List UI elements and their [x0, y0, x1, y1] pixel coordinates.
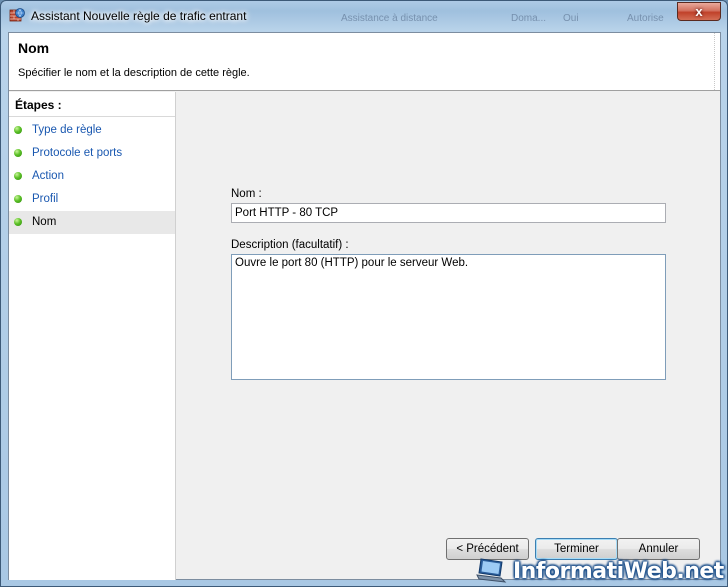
background-window-text: Doma... — [511, 13, 547, 24]
finish-button[interactable]: Terminer — [535, 538, 618, 560]
steps-divider — [9, 116, 175, 117]
page-title: Nom — [18, 40, 50, 56]
description-label: Description (facultatif) : — [231, 239, 349, 251]
name-input[interactable] — [231, 203, 666, 223]
steps-heading: Étapes : — [15, 98, 62, 112]
cancel-button[interactable]: Annuler — [617, 538, 700, 560]
green-dot-icon — [14, 126, 22, 134]
step-protocole-et-ports[interactable]: Protocole et ports — [9, 142, 175, 165]
green-dot-icon — [14, 149, 22, 157]
background-window-text: Assistance à distance — [341, 13, 438, 24]
laptop-icon — [475, 556, 509, 584]
firewall-shield-icon — [9, 7, 25, 23]
green-dot-icon — [14, 218, 22, 226]
step-label: Type de règle — [32, 124, 102, 136]
close-button[interactable]: x — [677, 2, 721, 21]
green-dot-icon — [14, 172, 22, 180]
window-title: Assistant Nouvelle règle de trafic entra… — [31, 9, 247, 23]
background-window-text: Autorise — [627, 13, 664, 24]
green-dot-icon — [14, 195, 22, 203]
header-scrollbar[interactable] — [714, 33, 720, 90]
steps-panel: Étapes : Type de règle Protocole et port… — [9, 92, 176, 580]
description-textarea[interactable]: Ouvre le port 80 (HTTP) pour le serveur … — [231, 254, 666, 380]
step-label: Action — [32, 170, 64, 182]
page-subtitle: Spécifier le nom et la description de ce… — [18, 67, 250, 79]
name-label: Nom : — [231, 188, 262, 200]
watermark-text: InformatiWeb.net — [513, 559, 724, 584]
title-bar[interactable]: Assistant Nouvelle règle de trafic entra… — [1, 1, 727, 33]
step-label: Nom — [32, 216, 57, 228]
step-profil[interactable]: Profil — [9, 188, 175, 211]
step-label: Protocole et ports — [32, 147, 123, 159]
step-label: Profil — [32, 193, 59, 205]
wizard-window: Assistant Nouvelle règle de trafic entra… — [0, 0, 728, 587]
background-window-text: Oui — [563, 13, 579, 24]
step-type-de-regle[interactable]: Type de règle — [9, 119, 175, 142]
wizard-client-area: Nom Spécifier le nom et la description d… — [8, 32, 721, 580]
step-action[interactable]: Action — [9, 165, 175, 188]
wizard-header: Nom Spécifier le nom et la description d… — [9, 33, 720, 91]
step-nom-current[interactable]: Nom — [9, 211, 175, 234]
close-icon: x — [695, 4, 703, 19]
